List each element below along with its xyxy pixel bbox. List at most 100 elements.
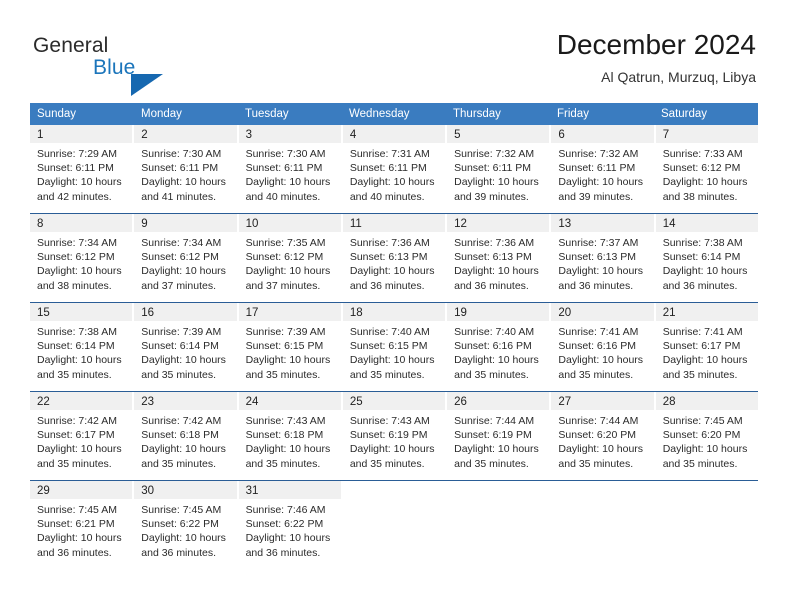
day-cell[interactable]: 11 Sunrise: 7:36 AM Sunset: 6:13 PM Dayligh… (342, 214, 448, 302)
daylight-text: Daylight: 10 hours and 35 minutes. (245, 443, 331, 470)
day-info: Sunrise: 7:37 AM Sunset: 6:13 PM Daylight:… (551, 232, 653, 293)
day-cell[interactable]: 14 Sunrise: 7:38 AM Sunset: 6:14 PM Dayligh… (655, 214, 758, 302)
day-number: 26 (454, 396, 467, 408)
daylight-text: Daylight: 10 hours and 35 minutes. (662, 443, 748, 470)
day-info: Sunrise: 7:30 AM Sunset: 6:11 PM Daylight:… (134, 143, 236, 204)
sunrise-text: Sunrise: 7:36 AM (349, 237, 430, 249)
day-cell[interactable]: 20 Sunrise: 7:41 AM Sunset: 6:16 PM Dayligh… (551, 303, 656, 391)
sunset-text: Sunset: 6:12 PM (245, 251, 324, 264)
day-cell[interactable]: 27 Sunrise: 7:44 AM Sunset: 6:20 PM Dayligh… (551, 392, 656, 480)
day-cell[interactable]: 2 Sunrise: 7:30 AM Sunset: 6:11 PM Daylight… (134, 125, 239, 213)
daylight-text: Daylight: 10 hours and 41 minutes. (141, 176, 226, 203)
day-number-band: 24 (238, 392, 341, 410)
day-cell[interactable]: 4 Sunrise: 7:31 AM Sunset: 6:11 PM Daylight… (342, 125, 448, 213)
sunrise-text: Sunrise: 7:46 AM (245, 504, 326, 516)
day-cell[interactable]: 13 Sunrise: 7:37 AM Sunset: 6:13 PM Dayligh… (551, 214, 656, 302)
day-cell[interactable]: 8 Sunrise: 7:34 AM Sunset: 6:12 PM Daylight… (30, 214, 135, 302)
day-number: 1 (37, 129, 44, 141)
daylight-text: Daylight: 10 hours and 39 minutes. (454, 176, 539, 203)
day-number: 27 (558, 396, 572, 408)
day-cell[interactable]: 25 Sunrise: 7:43 AM Sunset: 6:19 PM Dayligh… (342, 392, 448, 480)
day-info: Sunrise: 7:32 AM Sunset: 6:11 PM Daylight:… (447, 143, 549, 204)
day-info: Sunrise: 7:38 AM Sunset: 6:14 PM Daylight:… (656, 232, 758, 293)
day-cell[interactable]: 28 Sunrise: 7:45 AM Sunset: 6:20 PM Dayligh… (655, 392, 758, 480)
day-cell[interactable]: 5 Sunrise: 7:32 AM Sunset: 6:11 PM Daylight… (447, 125, 552, 213)
day-number-band: 25 (342, 392, 446, 410)
day-cell[interactable]: 23 Sunrise: 7:42 AM Sunset: 6:18 PM Dayligh… (134, 392, 239, 480)
day-number-band: 14 (655, 214, 758, 232)
day-number-band (656, 481, 758, 499)
day-info: Sunrise: 7:44 AM Sunset: 6:20 PM Daylight:… (551, 410, 653, 471)
day-number: 9 (141, 218, 148, 230)
weekday-header-row: Sunday Monday Tuesday Wednesday Thursday… (30, 103, 758, 125)
sunset-text: Sunset: 6:12 PM (141, 251, 219, 264)
day-cell[interactable]: 1 Sunrise: 7:29 AM Sunset: 6:11 PM Daylight… (30, 125, 135, 213)
day-info: Sunrise: 7:43 AM Sunset: 6:18 PM Daylight:… (239, 410, 341, 471)
day-cell[interactable]: 12 Sunrise: 7:36 AM Sunset: 6:13 PM Dayligh… (447, 214, 552, 302)
day-cell[interactable]: 29 Sunrise: 7:45 AM Sunset: 6:21 PM Dayligh… (30, 481, 135, 569)
day-number-band: 3 (238, 125, 341, 143)
day-cell[interactable]: 26 Sunrise: 7:44 AM Sunset: 6:19 PM Dayligh… (447, 392, 552, 480)
day-cell[interactable]: 6 Sunrise: 7:32 AM Sunset: 6:11 PM Daylight… (551, 125, 656, 213)
daylight-text: Daylight: 10 hours and 36 minutes. (141, 532, 226, 559)
sunrise-text: Sunrise: 7:32 AM (454, 148, 535, 160)
day-number: 20 (558, 307, 572, 319)
day-cell[interactable]: 24 Sunrise: 7:43 AM Sunset: 6:18 PM Dayligh… (238, 392, 343, 480)
sunset-text: Sunset: 6:11 PM (141, 162, 219, 175)
sunset-text: Sunset: 6:22 PM (245, 518, 324, 531)
daylight-text: Daylight: 10 hours and 36 minutes. (37, 532, 122, 559)
day-number: 24 (245, 396, 259, 408)
day-cell[interactable]: 31 Sunrise: 7:46 AM Sunset: 6:22 PM Dayligh… (238, 481, 343, 569)
sunrise-text: Sunrise: 7:37 AM (558, 237, 639, 249)
weekday-sunday: Sunday (37, 108, 77, 120)
daylight-text: Daylight: 10 hours and 36 minutes. (558, 265, 644, 292)
day-number-band: 5 (447, 125, 550, 143)
day-cell[interactable]: 15 Sunrise: 7:38 AM Sunset: 6:14 PM Dayligh… (30, 303, 135, 391)
day-cell[interactable]: 30 Sunrise: 7:45 AM Sunset: 6:22 PM Dayligh… (134, 481, 239, 569)
day-info: Sunrise: 7:39 AM Sunset: 6:14 PM Daylight:… (134, 321, 236, 382)
day-number-band: 27 (551, 392, 654, 410)
daylight-text: Daylight: 10 hours and 40 minutes. (349, 176, 435, 203)
day-info: Sunrise: 7:46 AM Sunset: 6:22 PM Daylight:… (239, 499, 341, 560)
day-info: Sunrise: 7:31 AM Sunset: 6:11 PM Daylight:… (343, 143, 445, 204)
day-info: Sunrise: 7:45 AM Sunset: 6:20 PM Daylight:… (656, 410, 758, 471)
day-cell[interactable]: 10 Sunrise: 7:35 AM Sunset: 6:12 PM Dayligh… (238, 214, 343, 302)
day-cell[interactable]: 22 Sunrise: 7:42 AM Sunset: 6:17 PM Dayligh… (30, 392, 135, 480)
daylight-text: Daylight: 10 hours and 35 minutes. (37, 354, 122, 381)
day-number-band: 23 (134, 392, 237, 410)
day-cell[interactable]: 9 Sunrise: 7:34 AM Sunset: 6:12 PM Daylight… (134, 214, 239, 302)
day-cell[interactable]: 21 Sunrise: 7:41 AM Sunset: 6:17 PM Dayligh… (655, 303, 758, 391)
sunrise-text: Sunrise: 7:38 AM (37, 326, 117, 338)
day-number: 19 (454, 307, 467, 319)
daylight-text: Daylight: 10 hours and 40 minutes. (245, 176, 331, 203)
day-number-band: 6 (551, 125, 654, 143)
day-number: 10 (245, 218, 259, 230)
day-number-band: 11 (342, 214, 446, 232)
weekday-friday: Friday (557, 108, 589, 120)
sunrise-text: Sunrise: 7:35 AM (245, 237, 326, 249)
day-cell[interactable]: 17 Sunrise: 7:39 AM Sunset: 6:15 PM Dayligh… (238, 303, 343, 391)
day-number-band: 19 (447, 303, 550, 321)
day-number: 12 (454, 218, 467, 230)
sunrise-text: Sunrise: 7:36 AM (454, 237, 535, 249)
general-blue-logo[interactable]: General Blue (33, 33, 173, 96)
daylight-text: Daylight: 10 hours and 42 minutes. (37, 176, 122, 203)
day-cell[interactable]: 7 Sunrise: 7:33 AM Sunset: 6:12 PM Daylight… (655, 125, 758, 213)
day-number: 22 (37, 396, 50, 408)
day-number: 8 (37, 218, 44, 230)
day-cell[interactable]: 18 Sunrise: 7:40 AM Sunset: 6:15 PM Dayligh… (342, 303, 448, 391)
day-cell[interactable]: 19 Sunrise: 7:40 AM Sunset: 6:16 PM Dayligh… (447, 303, 552, 391)
sunrise-text: Sunrise: 7:45 AM (141, 504, 222, 516)
day-info: Sunrise: 7:41 AM Sunset: 6:16 PM Daylight:… (551, 321, 653, 382)
page-subtitle: Al Qatrun, Murzuq, Libya (601, 69, 756, 85)
day-cell[interactable]: 16 Sunrise: 7:39 AM Sunset: 6:14 PM Dayligh… (134, 303, 239, 391)
day-cell[interactable]: 3 Sunrise: 7:30 AM Sunset: 6:11 PM Daylight… (238, 125, 343, 213)
day-number-band: 26 (447, 392, 550, 410)
day-number-band: 22 (30, 392, 133, 410)
daylight-text: Daylight: 10 hours and 35 minutes. (662, 354, 748, 381)
day-info: Sunrise: 7:40 AM Sunset: 6:16 PM Daylight:… (447, 321, 549, 382)
sunset-text: Sunset: 6:11 PM (454, 162, 531, 175)
sunrise-text: Sunrise: 7:40 AM (349, 326, 430, 338)
day-number-band: 21 (655, 303, 758, 321)
sunset-text: Sunset: 6:12 PM (37, 251, 115, 264)
